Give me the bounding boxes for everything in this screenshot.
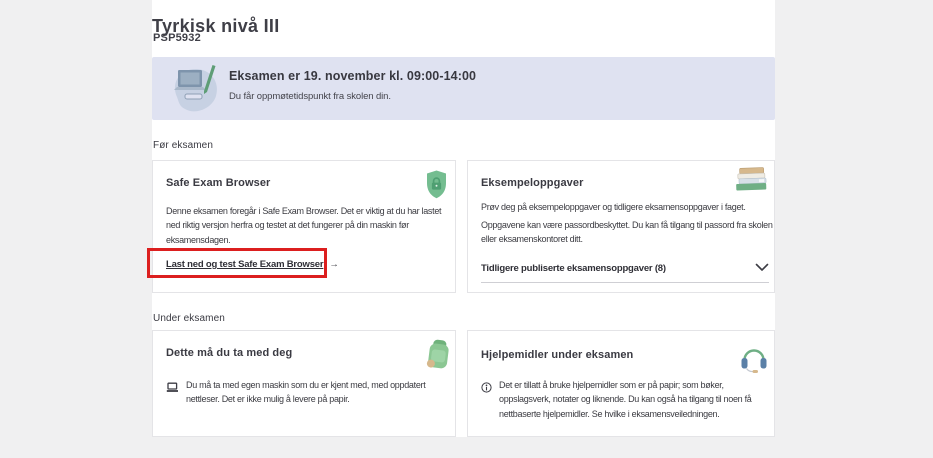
aids-info-text: Det er tillatt å bruke hjelpemidler som … <box>499 378 773 421</box>
card-body-text: Denne eksamen foregår i Safe Exam Browse… <box>166 204 448 247</box>
card-safe-exam-browser: Safe Exam Browser Denne eksamen foregår … <box>152 160 456 293</box>
info-icon <box>481 380 492 398</box>
card-bring-with-you: Dette må du ta med deg Du må ta med egen… <box>152 330 456 437</box>
shield-lock-icon <box>425 169 448 205</box>
books-icon <box>732 165 770 200</box>
card-title: Safe Exam Browser <box>166 177 270 189</box>
content-panel: Tyrkisk nivå III PSP5932 Eksamen er 19. … <box>152 0 775 437</box>
section-label-during-exam: Under eksamen <box>153 313 225 324</box>
subject-code: PSP5932 <box>153 32 201 44</box>
backpack-icon <box>425 337 453 378</box>
card-title: Eksempeloppgaver <box>481 177 583 189</box>
card-hjelpemidler: Hjelpemidler under eksamen Det er tillat… <box>467 330 775 437</box>
laptop-icon <box>166 380 179 398</box>
link-label: Last ned og test Safe Exam Browser <box>166 259 323 270</box>
exam-info-banner: Eksamen er 19. november kl. 09:00-14:00 … <box>152 57 775 120</box>
chevron-down-icon <box>755 259 769 277</box>
accordion-label: Tidligere publiserte eksamensoppgaver (8… <box>481 263 666 274</box>
card-title: Hjelpemidler under eksamen <box>481 349 633 361</box>
card-paragraph: Prøv deg på eksempeloppgaver og tidliger… <box>481 200 773 214</box>
arrow-right-icon: → <box>329 259 338 270</box>
download-seb-link[interactable]: Last ned og test Safe Exam Browser → <box>166 259 339 270</box>
card-eksempeloppgaver: Eksempeloppgaver Prøv deg på eksempelopp… <box>467 160 775 293</box>
headset-icon <box>740 343 768 380</box>
previous-exams-accordion[interactable]: Tidligere publiserte eksamensoppgaver (8… <box>481 259 769 277</box>
bring-with-you-text: Du må ta med egen maskin som du er kjent… <box>186 378 448 407</box>
exam-meeting-time-text: Du får oppmøtetidspunkt fra skolen din. <box>229 91 391 102</box>
card-paragraph: Oppgavene kan være passordbeskyttet. Du … <box>481 218 773 247</box>
exam-date-text: Eksamen er 19. november kl. 09:00-14:00 <box>229 69 476 83</box>
card-title: Dette må du ta med deg <box>166 347 292 359</box>
section-label-before-exam: Før eksamen <box>153 140 213 151</box>
laptop-pencil-icon <box>162 60 224 121</box>
divider <box>481 282 769 283</box>
